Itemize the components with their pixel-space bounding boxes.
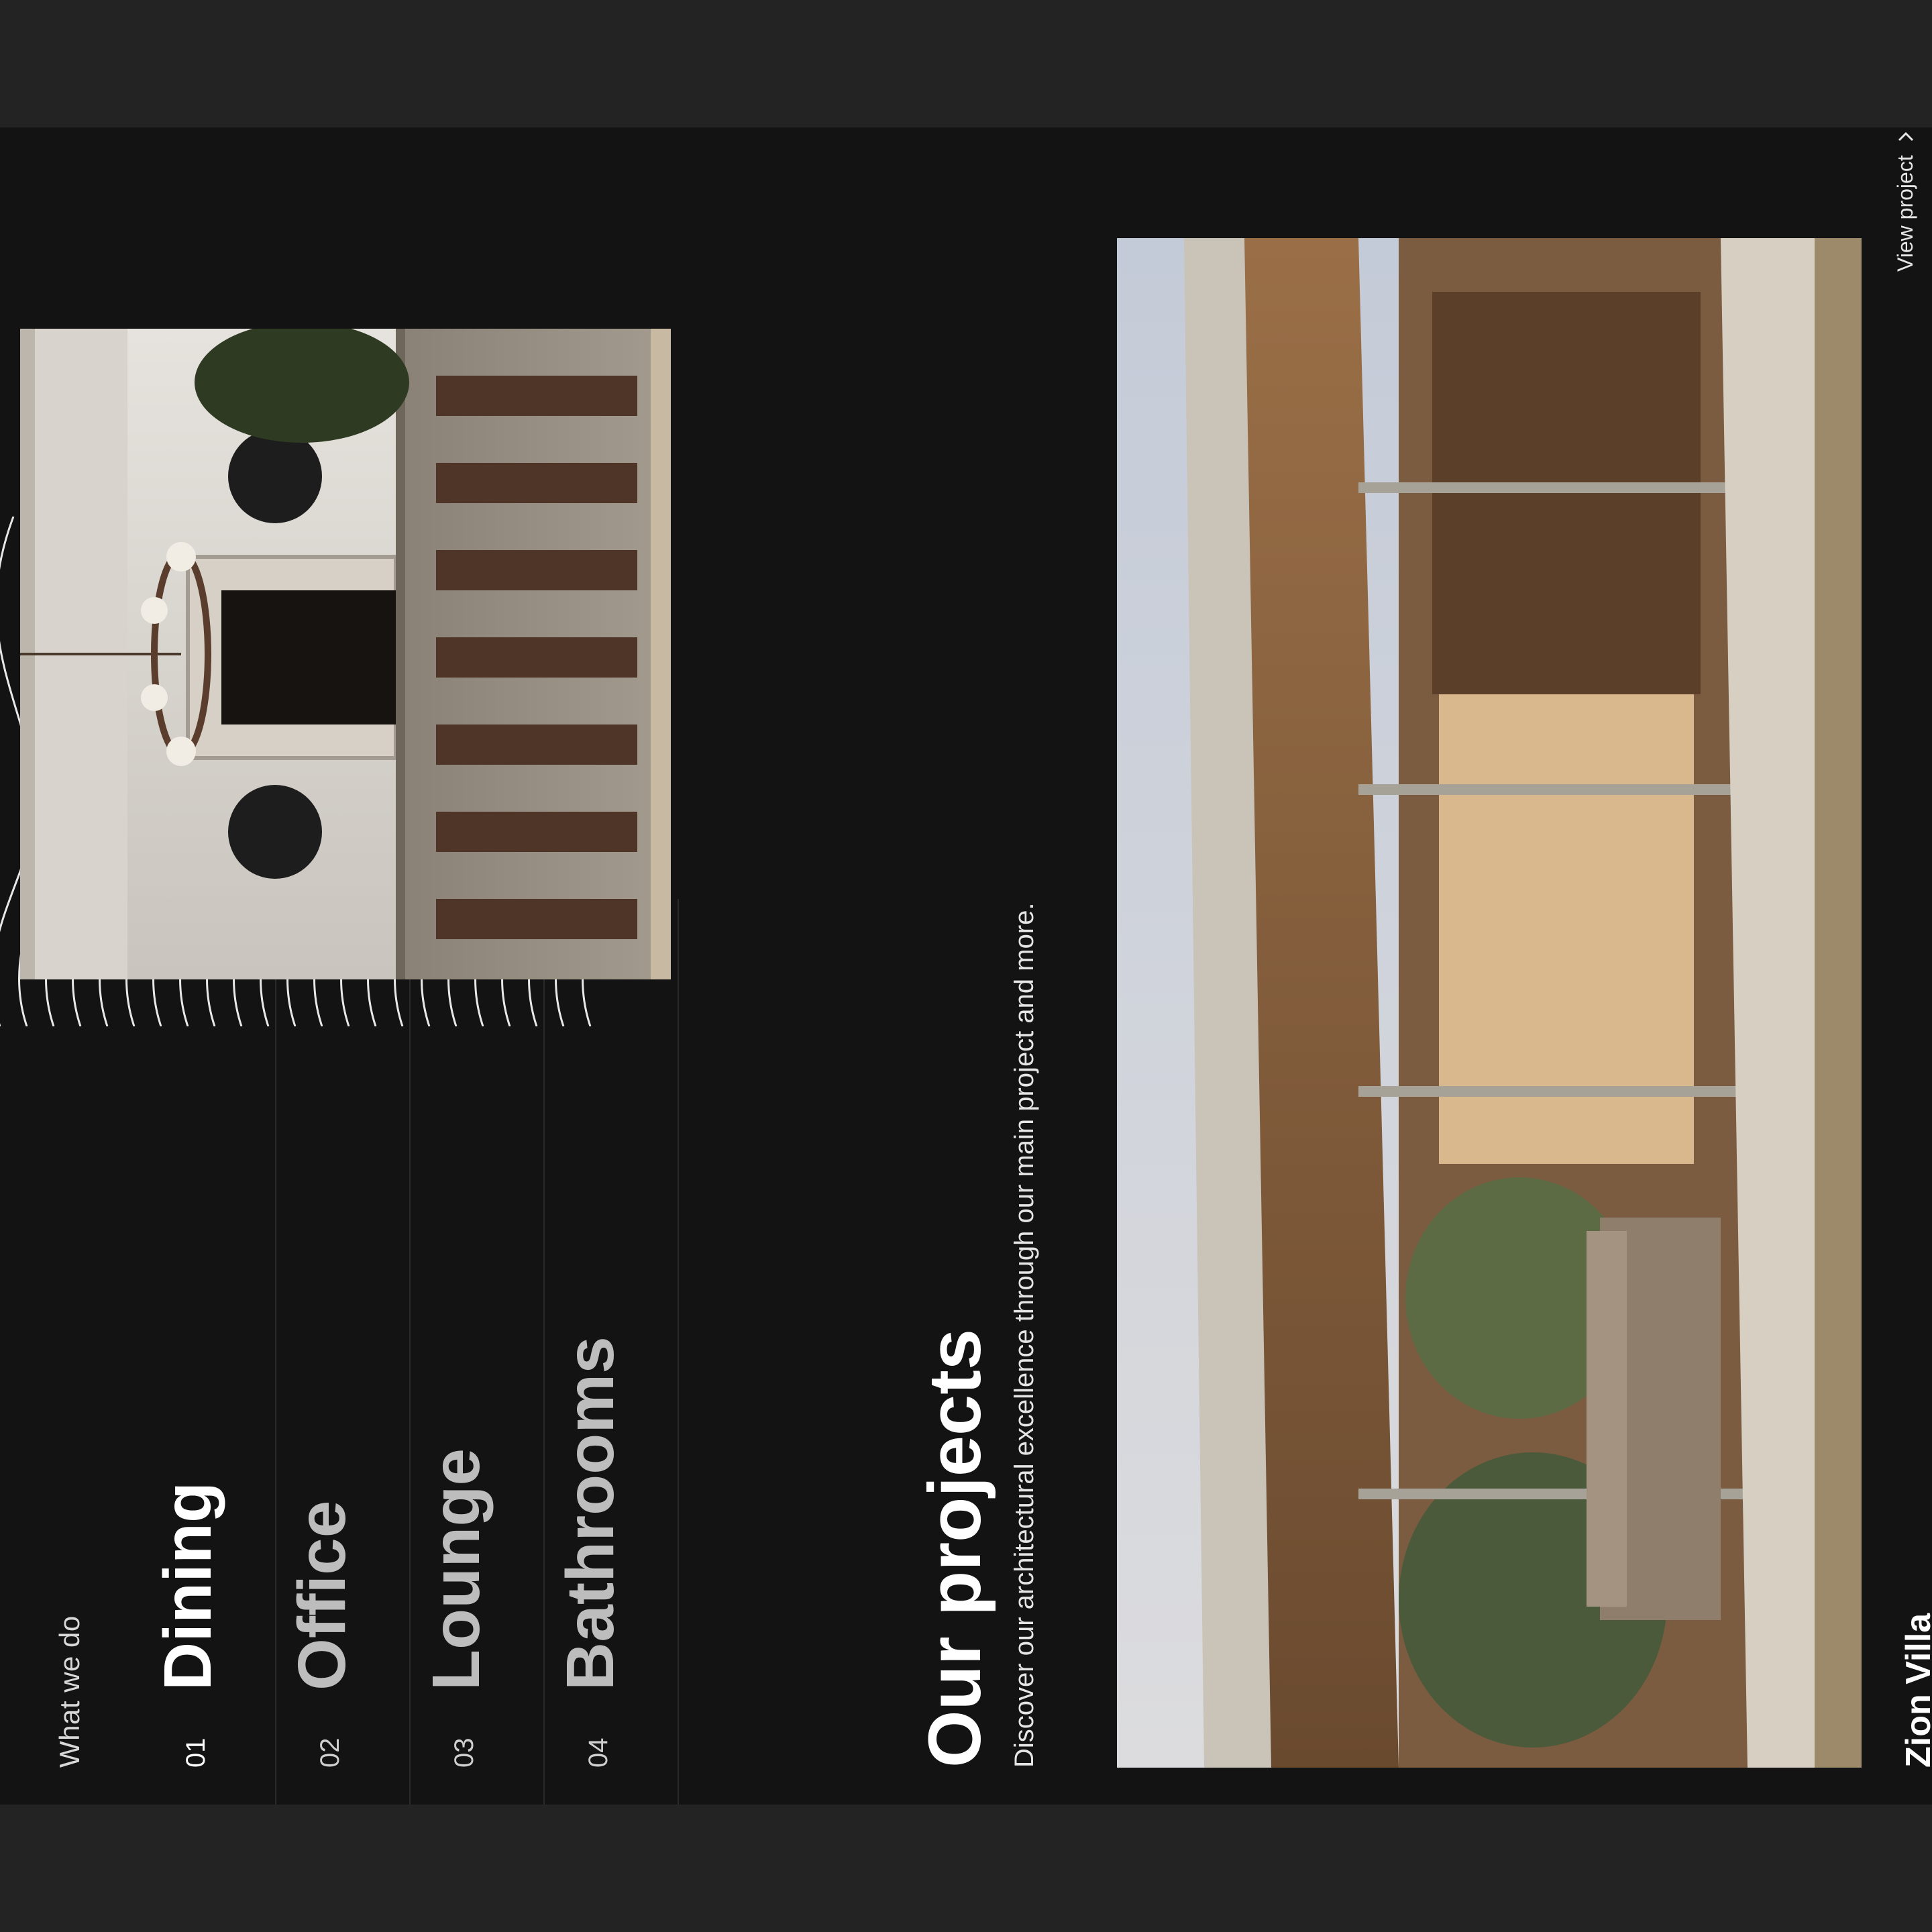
service-number: 03 bbox=[449, 1737, 479, 1768]
service-number: 01 bbox=[181, 1737, 211, 1768]
section-eyebrow: What we do bbox=[54, 1615, 85, 1768]
top-frame bbox=[0, 0, 1932, 127]
bottom-frame bbox=[0, 1805, 1932, 1932]
view-project-label: View project bbox=[1893, 155, 1917, 272]
dining-room-image bbox=[20, 329, 671, 979]
service-item-office[interactable]: 02 Office bbox=[275, 899, 411, 1805]
service-label: Dining bbox=[150, 1481, 225, 1690]
projects-subtitle: Discover our architectural excellence th… bbox=[1010, 902, 1039, 1768]
featured-project-image[interactable] bbox=[1117, 238, 1862, 1768]
service-label: Office bbox=[284, 1500, 360, 1690]
service-item-lounge[interactable]: 03 Lounge bbox=[409, 899, 545, 1805]
service-number: 02 bbox=[315, 1737, 345, 1768]
service-item-bathrooms[interactable]: 04 Bathrooms bbox=[543, 899, 679, 1805]
chevron-right-icon bbox=[1898, 132, 1913, 142]
view-project-link[interactable]: View project bbox=[1893, 128, 1918, 272]
service-item-dining[interactable]: 01 Dining bbox=[141, 899, 276, 1805]
rotated-layout: What we do 01 Dining 02 Office 03 Lounge… bbox=[0, 127, 1932, 1805]
projects-title: Our projects bbox=[914, 1328, 996, 1768]
service-label: Lounge bbox=[419, 1448, 494, 1690]
content-panel: What we do 01 Dining 02 Office 03 Lounge… bbox=[0, 127, 1932, 1805]
featured-project-name: Zion Villa bbox=[1899, 1613, 1932, 1768]
service-number: 04 bbox=[584, 1737, 613, 1768]
service-label: Bathrooms bbox=[553, 1336, 628, 1690]
